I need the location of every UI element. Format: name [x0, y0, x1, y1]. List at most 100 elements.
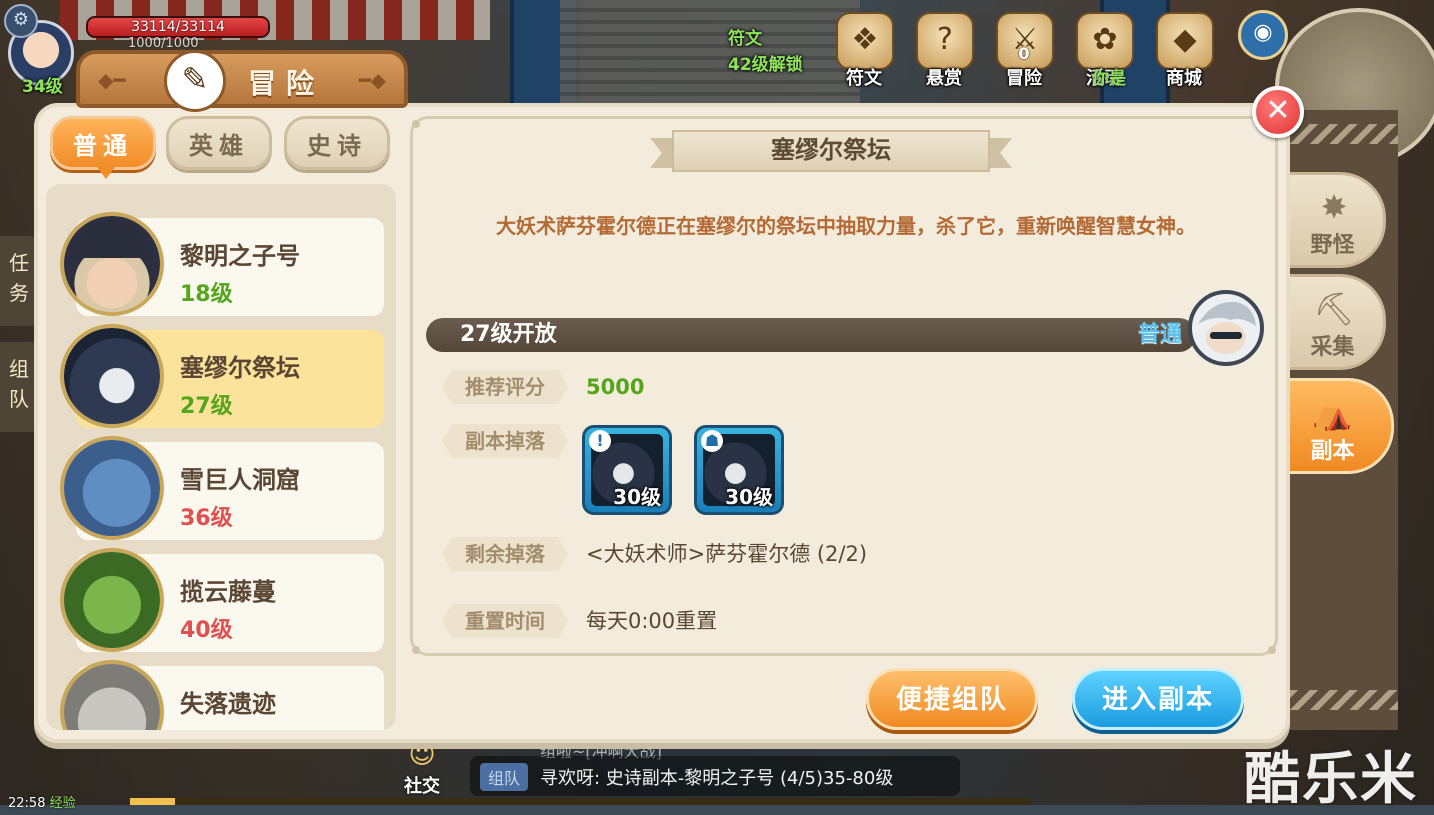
dungeon-level: 40级 — [180, 618, 233, 643]
top-menu-label: 悬赏 — [926, 68, 962, 89]
drop-item[interactable]: ! 30级 — [582, 425, 672, 515]
side-tab-wild-monster[interactable]: ✸ 野怪 — [1290, 172, 1386, 268]
open-level-bar: 27级开放 普通 — [426, 318, 1196, 352]
side-tab-label: 副本 — [1310, 439, 1355, 464]
drop-item-level: 30级 — [725, 485, 773, 509]
gather-icon: ⛏ — [1313, 290, 1355, 328]
pirate-captain-portrait — [60, 212, 164, 316]
clock: 22:58 经验 — [8, 792, 76, 811]
social-label: 社交 — [404, 776, 440, 797]
chat-channel-tag: 组队 — [480, 763, 529, 791]
boss-avatar-icon — [1188, 290, 1264, 366]
top-menu-label: 冒险 — [1006, 68, 1042, 89]
social-icon: ☺ — [408, 740, 436, 770]
drops-label: 副本掉落 — [442, 424, 568, 458]
dungeon-list[interactable]: 黎明之子号 18级塞缪尔祭坛 27级雪巨人洞窟 36级揽云藤蔓 40级失落遗迹 — [46, 184, 396, 730]
ticker-text: 你是 — [1092, 69, 1126, 89]
snow-giant-portrait — [60, 436, 164, 540]
remaining-drops-value: <大妖术师>萨芬霍尔德 (2/2) — [586, 542, 868, 566]
watermark: 酷乐米 — [1244, 747, 1418, 812]
open-level-text: 27级开放 — [460, 322, 557, 347]
dungeon-description: 大妖术萨芬霍尔德正在塞缪尔的祭坛中抽取力量，杀了它，重新唤醒智慧女神。 — [496, 214, 1196, 238]
adventure-quill-icon: ✎ — [164, 50, 226, 112]
dungeon-title: 塞缪尔祭坛 — [771, 136, 891, 164]
recommended-score-label: 推荐评分 — [442, 370, 568, 404]
reset-time-value: 每天0:00重置 — [586, 609, 718, 633]
difficulty-tab-0[interactable]: 普通 — [50, 116, 156, 179]
dungeon-name: 塞缪尔祭坛 — [180, 354, 300, 382]
player-avatar[interactable]: ⚙ 34级 — [0, 0, 78, 97]
frame-corner-dot — [1268, 646, 1276, 654]
item-badge-icon: ☗ — [701, 430, 723, 452]
item-badge-icon: ! — [589, 430, 611, 452]
dark-dragon-portrait — [60, 324, 164, 428]
rune-unlock-text: 42级解锁 — [728, 55, 803, 75]
reset-time-label: 重置时间 — [442, 604, 568, 638]
bounty-icon: ? — [916, 12, 974, 70]
dungeon-list-item[interactable]: 揽云藤蔓 40级 — [60, 548, 384, 652]
notification-count: 0 — [1018, 44, 1030, 63]
player-level: 34级 — [22, 77, 63, 97]
difficulty-tab-1[interactable]: 英雄 — [166, 116, 272, 170]
settings-gear-icon[interactable]: ⚙ — [4, 4, 38, 38]
dungeon-level: 18级 — [180, 282, 233, 307]
title-ornament-left-icon: ◆━ — [98, 68, 126, 92]
hp-bar: 33114/33114 — [86, 16, 270, 38]
dungeon-list-item[interactable]: 黎明之子号 18级 — [60, 212, 384, 316]
shop-icon: ◆ — [1156, 12, 1214, 70]
social-button[interactable]: ☺ 社交 — [392, 740, 452, 800]
dungeon-level: 36级 — [180, 506, 233, 531]
difficulty-mode-text: 普通 — [1137, 322, 1182, 347]
difficulty-tab-2[interactable]: 史诗 — [284, 116, 390, 170]
dungeon-level: 27级 — [180, 394, 233, 419]
top-menu-shop-button[interactable]: ◆ 商城 — [1146, 8, 1222, 92]
enter-dungeon-button[interactable]: 进入副本 — [1072, 668, 1244, 730]
rune-unlock-hint: 符文 42级解锁 — [728, 26, 803, 78]
side-tab-team-label: 组队 — [9, 357, 29, 411]
exp-bar-fill — [130, 798, 175, 805]
dungeon-list-item[interactable]: 雪巨人洞窟 36级 — [60, 436, 384, 540]
dungeon-name: 揽云藤蔓 — [180, 578, 276, 606]
frame-corner-dot — [412, 646, 420, 654]
top-menu-rune-button[interactable]: ❖ 符文 — [826, 8, 902, 92]
dungeon-name: 黎明之子号 — [180, 242, 300, 270]
drop-item[interactable]: ☗ 30级 — [694, 425, 784, 515]
top-menu-adventure-button[interactable]: ⚔ 0 冒险 — [986, 8, 1062, 92]
panel-title: 冒险 — [248, 67, 325, 100]
dungeon-icon: ⛺ — [1312, 394, 1352, 432]
drop-item-level: 30级 — [613, 485, 661, 509]
wild-monster-icon: ✸ — [1320, 188, 1348, 226]
world-map-icon[interactable]: ◉ — [1238, 10, 1288, 60]
mp-text: 1000/1000 — [128, 36, 199, 51]
dungeon-list-item[interactable]: 失落遗迹 — [60, 660, 384, 730]
top-menu-label: 商城 — [1166, 68, 1202, 89]
remaining-drops-label: 剩余掉落 — [442, 537, 568, 571]
rune-unlock-title: 符文 — [728, 29, 762, 49]
side-tab-label: 野怪 — [1310, 233, 1355, 258]
top-menu-label: 符文 — [846, 68, 882, 89]
top-menu-bounty-button[interactable]: ? 悬赏 — [906, 8, 982, 92]
frame-corner-dot — [412, 120, 420, 128]
side-tab-quest-label: 任务 — [9, 251, 29, 305]
exp-bar — [130, 798, 1030, 805]
event-icon: ✿ — [1076, 12, 1134, 70]
panel-title-plate: ◆━ ✎ 冒险 ━◆ — [76, 50, 408, 112]
dungeon-name: 失落遗迹 — [180, 690, 276, 718]
quick-team-button[interactable]: 便捷组队 — [866, 668, 1038, 730]
vine-monster-portrait — [60, 548, 164, 652]
rune-icon: ❖ — [836, 12, 894, 70]
side-tab-label: 采集 — [1310, 335, 1355, 360]
title-ornament-right-icon: ━◆ — [358, 68, 386, 92]
side-tab-gather[interactable]: ⛏ 采集 — [1290, 274, 1386, 370]
recommended-score-value: 5000 — [586, 375, 645, 399]
chat-message: 寻欢呀: 史诗副本-黎明之子号 (4/5)35-80级 — [540, 768, 894, 789]
close-icon[interactable]: ✕ — [1252, 86, 1304, 138]
chat-box[interactable]: 组队 寻欢呀: 史诗副本-黎明之子号 (4/5)35-80级 — [470, 756, 960, 796]
dungeon-list-item[interactable]: 塞缪尔祭坛 27级 — [60, 324, 384, 428]
rock-golem-portrait — [60, 660, 164, 730]
hp-text: 33114/33114 — [131, 19, 225, 35]
dungeon-title-ribbon: 塞缪尔祭坛 — [650, 130, 1012, 172]
side-tab-dungeon[interactable]: ⛺ 副本 — [1282, 378, 1394, 474]
dungeon-name: 雪巨人洞窟 — [180, 466, 300, 494]
exp-label: 经验 — [49, 796, 76, 811]
